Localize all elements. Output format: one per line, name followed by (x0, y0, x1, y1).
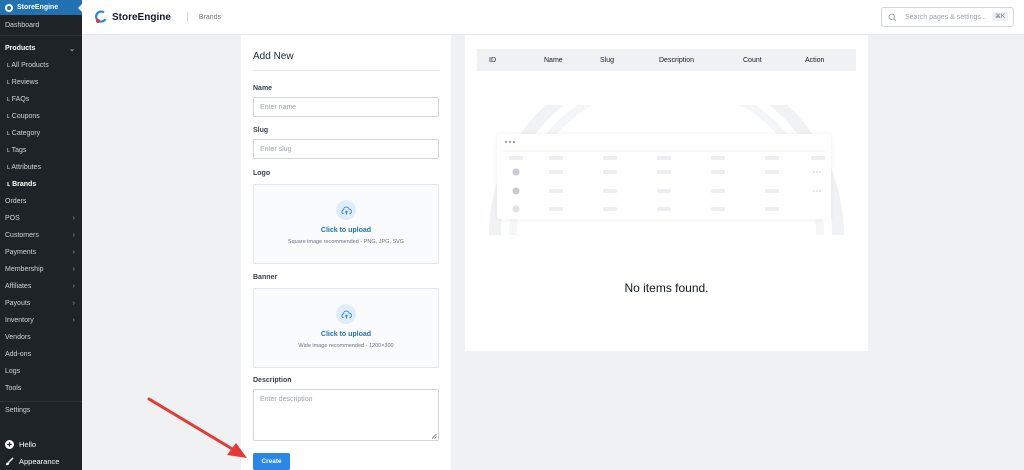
sidebar-item-logs[interactable]: Logs (0, 363, 82, 380)
sidebar-item-pos[interactable]: POS › (0, 210, 82, 227)
sidebar-item-dashboard[interactable]: Dashboard (0, 15, 82, 36)
sidebar-item-affiliates[interactable]: Affiliates › (0, 278, 82, 295)
logo-upload-link[interactable]: Click to upload (254, 227, 438, 234)
red-arrow-annotation (147, 397, 247, 458)
chevron-right-icon: › (72, 215, 75, 222)
sidebar-item-settings[interactable]: Settings (0, 402, 82, 419)
sidebar-item-inventory[interactable]: Inventory › (0, 312, 82, 329)
sidebar-item-orders[interactable]: Orders (0, 193, 82, 210)
table-header: ID Name Slug Description Count Action (477, 49, 856, 71)
search-shortcut-badge: ⌘K (991, 12, 1008, 21)
sidebar-item-tools[interactable]: Tools (0, 380, 82, 397)
column-header-description: Description (659, 56, 695, 64)
sidebar-item-vendors[interactable]: Vendors (0, 329, 82, 346)
sidebar-item-customers[interactable]: Customers › (0, 227, 82, 244)
sidebar-item-label: Affiliates (5, 283, 32, 290)
breadcrumb: Brands (198, 13, 222, 21)
slug-label: Slug (253, 127, 269, 134)
brand-name: StoreEngine (112, 11, 171, 23)
column-header-id: ID (489, 56, 496, 64)
sidebar-item-products[interactable]: Products ⌄ (0, 40, 82, 57)
plus-circle-icon (5, 440, 14, 449)
sidebar-item-tags[interactable]: ʟ Tags (0, 142, 82, 159)
logo-upload-hint: Square image recommended - PNG, JPG, SVG (287, 239, 405, 245)
storeengine-logo-icon (95, 10, 107, 23)
chevron-right-icon: › (72, 266, 75, 273)
sidebar-item-label: Appearance (19, 457, 60, 466)
sidebar-item-label: Products (5, 45, 36, 52)
admin-sidebar: StoreEngine Dashboard Products ⌄ ʟ All P… (0, 0, 83, 470)
chevron-right-icon: › (72, 283, 75, 290)
banner-upload-hint: Wide image recommended - 1200×300 (298, 343, 394, 349)
sidebar-item-payouts[interactable]: Payouts › (0, 295, 82, 312)
empty-state-message: No items found. (624, 281, 709, 295)
logo-upload-dropzone[interactable]: Click to upload Square image recommended… (253, 184, 439, 264)
name-field[interactable]: Enter name (253, 97, 439, 117)
chevron-right-icon: › (72, 317, 75, 324)
name-label: Name (253, 85, 273, 92)
column-header-slug: Slug (600, 56, 615, 64)
sidebar-item-brands[interactable]: ʟ Brands (0, 176, 82, 193)
chevron-right-icon: › (72, 232, 75, 239)
ghost-table-icon (503, 140, 825, 213)
description-field[interactable]: Enter description (253, 389, 439, 441)
banner-upload-link[interactable]: Click to upload (254, 331, 438, 338)
sidebar-item-add-ons[interactable]: Add-ons (0, 346, 82, 363)
slug-field[interactable]: Enter slug (253, 139, 439, 159)
cloud-upload-icon (336, 200, 356, 220)
column-header-count: Count (743, 56, 762, 64)
sidebar-app-title: StoreEngine (17, 4, 59, 11)
sidebar-item-label: Inventory (5, 317, 34, 324)
description-placeholder: Enter description (260, 396, 313, 403)
add-new-panel: Add New Name Enter name Slug Enter slug … (241, 35, 451, 470)
paintbrush-icon (5, 457, 14, 466)
banner-upload-dropzone[interactable]: Click to upload Wide image recommended -… (253, 288, 439, 368)
chevron-right-icon: › (72, 249, 75, 256)
brand-logo[interactable]: StoreEngine (94, 10, 171, 24)
sidebar-item-category[interactable]: ʟ Category (0, 125, 82, 142)
sidebar-item-appearance[interactable]: Appearance (0, 453, 82, 470)
column-header-action: Action (805, 56, 825, 64)
sidebar-item-payments[interactable]: Payments › (0, 244, 82, 261)
sidebar-item-all-products[interactable]: ʟ All Products (0, 57, 82, 74)
storeengine-logo-icon (5, 3, 13, 12)
sidebar-item-label: POS (5, 215, 20, 222)
sidebar-item-hello[interactable]: Hello (0, 436, 82, 453)
form-title-divider (253, 70, 439, 71)
chevron-down-icon: ⌄ (69, 46, 75, 53)
search-icon (888, 13, 897, 21)
sidebar-item-faqs[interactable]: ʟ FAQs (0, 91, 82, 108)
sidebar-item-label: Payouts (5, 300, 31, 307)
brands-table-panel: ID Name Slug Description Count Action No… (465, 35, 868, 351)
cloud-upload-icon (336, 304, 356, 324)
search-placeholder: Search pages & settings... (905, 13, 987, 21)
chevron-right-icon: › (72, 300, 75, 307)
breadcrumb-divider (186, 12, 188, 22)
sidebar-item-label: Payments (5, 249, 37, 256)
sidebar-bottom: Hello Appearance (0, 436, 82, 470)
sidebar-storeengine-header[interactable]: StoreEngine (0, 0, 83, 15)
form-title: Add New (253, 51, 294, 62)
top-bar: StoreEngine Brands Search pages & settin… (82, 0, 1024, 35)
empty-state-illustration (497, 134, 831, 219)
banner-label: Banner (253, 274, 278, 281)
search-input[interactable]: Search pages & settings... ⌘K (881, 7, 1014, 27)
sidebar-item-membership[interactable]: Membership › (0, 261, 82, 278)
sidebar-item-label: Hello (19, 440, 37, 449)
description-label: Description (253, 377, 292, 384)
column-header-name: Name (544, 56, 563, 64)
sidebar-item-reviews[interactable]: ʟ Reviews (0, 74, 82, 91)
create-button[interactable]: Create (253, 453, 290, 470)
sidebar-item-label: Customers (5, 232, 39, 239)
sidebar-item-label: Membership (5, 266, 44, 273)
resize-handle-icon[interactable] (431, 433, 437, 439)
logo-label: Logo (253, 170, 271, 177)
sidebar-item-attributes[interactable]: ʟ Attributes (0, 159, 82, 176)
sidebar-item-coupons[interactable]: ʟ Coupons (0, 108, 82, 125)
